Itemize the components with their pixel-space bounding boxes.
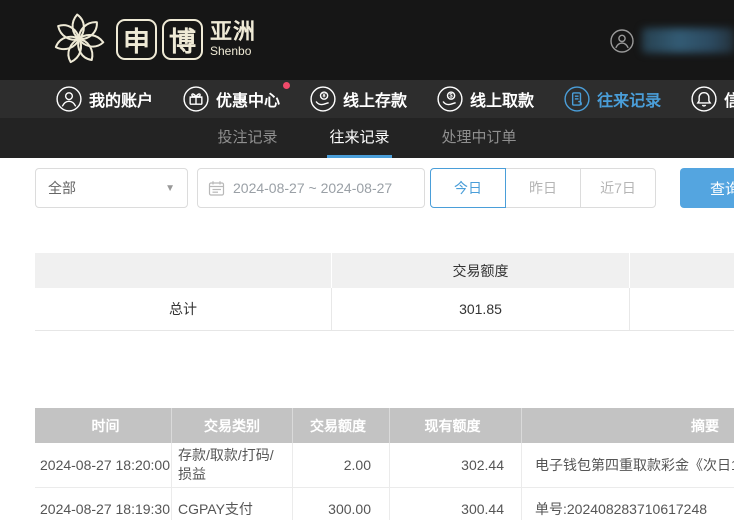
nav-item-messages[interactable]: 信息 bbox=[691, 86, 734, 112]
cell-summary: 单号:202408283710617248 bbox=[535, 501, 708, 517]
quick-date-buttons: 今日 昨日 近7日 bbox=[430, 168, 656, 208]
cell-time: 2024-08-27 18:19:30 bbox=[35, 488, 172, 520]
summary-empty-cell bbox=[630, 288, 734, 330]
nav-label: 优惠中心 bbox=[216, 93, 281, 110]
logo-char-shen: 申 bbox=[116, 18, 157, 60]
records-icon bbox=[564, 86, 590, 112]
table-row: 2024-08-27 18:19:30 CGPAY支付 300.00 300.4… bbox=[35, 488, 734, 520]
nav-item-my-account[interactable]: 我的账户 bbox=[56, 86, 153, 112]
cell-type: 存款/取款/打码/损益 bbox=[172, 443, 293, 487]
withdraw-icon: $ bbox=[437, 86, 463, 112]
type-select[interactable]: 全部 ▼ bbox=[35, 168, 188, 208]
user-area[interactable] bbox=[610, 28, 734, 53]
type-select-value: 全部 bbox=[48, 180, 76, 196]
summary-total-value: 301.85 bbox=[332, 288, 630, 330]
summary-header-spacer bbox=[630, 253, 734, 288]
summary-header-spacer bbox=[35, 253, 332, 288]
nav-item-promotions[interactable]: 优惠中心 bbox=[183, 82, 291, 112]
nav-label: 信息 bbox=[724, 93, 734, 110]
tab-pending-orders[interactable]: 处理中订单 bbox=[440, 118, 519, 158]
last-7-days-button[interactable]: 近7日 bbox=[580, 168, 656, 208]
brand-logo[interactable]: 申 博 亚洲 Shenbo bbox=[50, 8, 256, 70]
cell-summary: 电子钱包第四重取款彩金《次日16 bbox=[535, 456, 734, 473]
search-button[interactable]: 查询 bbox=[680, 168, 734, 208]
transactions-table: 时间 交易类别 交易额度 现有额度 摘要 2024-08-27 18:20:00… bbox=[35, 408, 734, 520]
logo-subtitle: Shenbo bbox=[210, 44, 252, 58]
flower-logo-icon bbox=[50, 8, 108, 70]
nav-item-online-withdraw[interactable]: $ 线上取款 bbox=[437, 86, 534, 112]
tab-betting-records[interactable]: 投注记录 bbox=[215, 118, 279, 158]
main-navigation: 我的账户 优惠中心 ¥ 线上存款 $ 线上取款 往来记录 信 bbox=[0, 80, 734, 118]
col-header-time: 时间 bbox=[35, 408, 172, 443]
deposit-icon: ¥ bbox=[310, 86, 336, 112]
summary-table: 交易额度 总计 301.85 bbox=[35, 253, 734, 331]
nav-label: 线上取款 bbox=[470, 93, 535, 110]
cell-balance: 300.44 bbox=[390, 488, 522, 520]
col-header-type: 交易类别 bbox=[172, 408, 293, 443]
table-row: 2024-08-27 18:20:00 存款/取款/打码/损益 2.00 302… bbox=[35, 443, 734, 488]
col-header-summary: 摘要 bbox=[691, 417, 719, 434]
nav-item-transaction-records[interactable]: 往来记录 bbox=[564, 86, 661, 112]
transaction-records-page: 申 博 亚洲 Shenbo 我的账户 优惠中心 ¥ 线上存款 $ 线上取款 往来… bbox=[0, 0, 734, 520]
summary-table-header: 交易额度 bbox=[35, 253, 734, 288]
record-tabs: 投注记录 往来记录 处理中订单 bbox=[0, 118, 734, 158]
gift-icon bbox=[183, 86, 209, 112]
top-bar: 申 博 亚洲 Shenbo bbox=[0, 0, 734, 80]
logo-char-bo: 博 bbox=[162, 18, 203, 60]
logo-region-text: 亚洲 bbox=[210, 19, 257, 44]
yesterday-button[interactable]: 昨日 bbox=[505, 168, 581, 208]
user-avatar-icon[interactable] bbox=[610, 28, 634, 53]
cell-amount: 300.00 bbox=[293, 488, 390, 520]
username-redacted bbox=[642, 28, 734, 53]
cell-type: CGPAY支付 bbox=[172, 488, 293, 520]
col-header-amount: 交易额度 bbox=[293, 408, 390, 443]
account-icon bbox=[56, 86, 82, 112]
cell-balance: 302.44 bbox=[390, 443, 522, 487]
notification-dot bbox=[283, 82, 291, 89]
today-button[interactable]: 今日 bbox=[430, 168, 506, 208]
chevron-down-icon: ▼ bbox=[165, 182, 175, 194]
summary-header-amount: 交易额度 bbox=[332, 253, 630, 288]
bell-icon bbox=[691, 86, 717, 112]
cell-time: 2024-08-27 18:20:00 bbox=[35, 443, 172, 487]
transactions-table-header: 时间 交易类别 交易额度 现有额度 摘要 bbox=[35, 408, 734, 443]
nav-label: 往来记录 bbox=[597, 93, 662, 110]
nav-label: 我的账户 bbox=[89, 93, 154, 110]
tab-transaction-records[interactable]: 往来记录 bbox=[327, 118, 392, 158]
nav-label: 线上存款 bbox=[343, 93, 408, 110]
cell-amount: 2.00 bbox=[293, 443, 390, 487]
date-range-input[interactable]: 2024-08-27 ~ 2024-08-27 bbox=[197, 168, 425, 208]
col-header-balance: 现有额度 bbox=[390, 408, 522, 443]
calendar-icon bbox=[208, 180, 225, 197]
summary-total-label: 总计 bbox=[35, 288, 332, 330]
summary-total-row: 总计 301.85 bbox=[35, 288, 734, 331]
nav-item-online-deposit[interactable]: ¥ 线上存款 bbox=[310, 86, 407, 112]
date-range-value: 2024-08-27 ~ 2024-08-27 bbox=[233, 180, 393, 196]
